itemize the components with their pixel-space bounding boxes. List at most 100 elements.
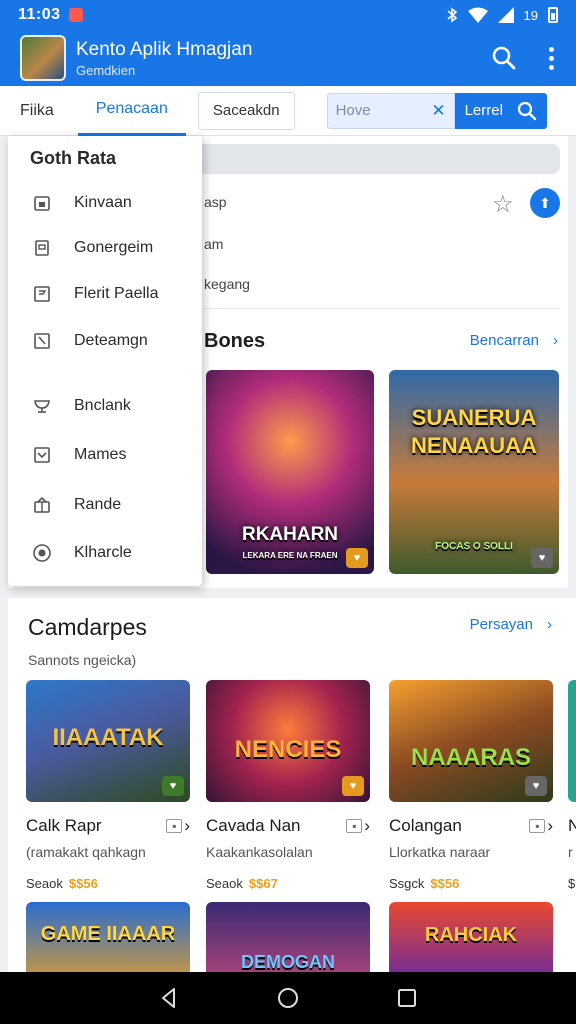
menu-item-label: Rande <box>74 496 122 513</box>
featured-see-all[interactable]: Bencarran › <box>470 332 558 349</box>
game-price-label: Ssgck <box>389 876 425 891</box>
trophy-icon <box>32 396 52 416</box>
peek-text-3: kegang <box>204 276 250 292</box>
menu-item[interactable]: Deteamgn <box>8 321 202 361</box>
games-see-all-label: Persayan <box>469 616 533 633</box>
game-art-title: RAHCIAK <box>424 924 518 946</box>
search-button-icon <box>517 101 536 120</box>
tab-bar: Fiika Penacaan Saceakdn Hove ✕ Lerrel <box>0 86 576 136</box>
game-name: N <box>568 816 576 835</box>
search-group: Hove ✕ Lerrel <box>326 92 547 129</box>
status-time: 11:03 <box>18 6 61 23</box>
game-art-title: NAAARAS <box>411 744 531 771</box>
menu-item[interactable]: Flerit Paella <box>8 274 202 314</box>
featured-tile-1[interactable]: RKAHARN LEKARA ERE NA FRAEN ♥ <box>206 370 374 574</box>
games-section: Camdarpes Persayan › Sannots ngeicka) II… <box>8 598 576 972</box>
upload-icon[interactable]: ⬆ <box>530 188 560 218</box>
game-developer: r <box>568 844 573 860</box>
flag-icon <box>32 284 52 304</box>
menu-item[interactable]: Kinvaan <box>8 183 202 223</box>
preview-icon[interactable]: ▪ <box>529 819 546 833</box>
menu-item-label: Kinvaan <box>74 194 132 211</box>
tab-first[interactable]: Fiika <box>20 86 54 136</box>
check-box-icon <box>32 445 52 465</box>
app-bar: Kento Aplik Hmagjan Gemdkien <box>0 30 576 86</box>
tab-boxed[interactable]: Saceakdn <box>197 91 295 130</box>
more-menu-icon[interactable] <box>541 43 562 74</box>
back-icon[interactable] <box>158 987 180 1009</box>
app-logo <box>20 35 66 81</box>
menu-item[interactable]: Gonergeim <box>8 228 202 268</box>
status-icons: 19 <box>446 7 558 23</box>
app-titles: Kento Aplik Hmagjan Gemdkien <box>76 39 252 78</box>
app-subtitle: Gemdkien <box>76 62 136 78</box>
game-card-row2[interactable]: RAHCIAK <box>389 902 553 972</box>
search-button-label: Lerrel <box>464 102 503 119</box>
tab-active[interactable]: Penacaan <box>77 86 186 136</box>
peek-text-2: am <box>204 236 224 252</box>
menu-item[interactable]: Mames <box>8 435 202 475</box>
game-price-row: Seaok $$56 <box>26 876 190 891</box>
record-icon <box>32 543 52 563</box>
featured-tile-1-title: RKAHARN <box>241 524 339 545</box>
game-price-row: Seaok $$67 <box>206 876 370 891</box>
menu-item[interactable]: Klharcle <box>8 533 202 573</box>
document-icon <box>32 238 52 258</box>
edit-icon <box>32 331 52 351</box>
chevron-right-icon: › <box>553 332 558 349</box>
featured-tile-2[interactable]: SUANERUA NENAAUAA FOCAS O SOLLI ♥ <box>389 370 559 574</box>
game-card-row2[interactable]: DEMOGAN <box>206 902 370 972</box>
menu-item-label: Deteamgn <box>74 332 148 349</box>
app-actions <box>491 43 562 74</box>
game-card[interactable]: NAAARAS ♥ Colangan ▪ › Llorkatka naraar Ss… <box>389 680 553 891</box>
search-icon[interactable] <box>491 45 517 71</box>
search-placeholder: Hove <box>335 102 371 119</box>
game-developer: Kaakankasolalan <box>206 844 313 860</box>
favorite-badge-icon: ♥ <box>342 776 364 796</box>
menu-item-label: Mames <box>74 446 127 463</box>
game-price: $$67 <box>248 876 278 891</box>
game-name: Calk Rapr <box>26 816 102 835</box>
bluetooth-icon <box>447 7 457 23</box>
menu-item-label: Bnclank <box>74 397 131 414</box>
game-card-row2[interactable]: GAME IIAAAR <box>26 902 190 972</box>
games-title: Camdarpes <box>28 614 147 640</box>
status-bar: 11:03 19 <box>0 0 576 30</box>
menu-item[interactable]: Bnclank <box>8 386 202 426</box>
menu-item-label: Gonergeim <box>74 239 154 256</box>
chevron-right-icon: › <box>547 816 553 835</box>
menu-item-label: Klharcle <box>74 544 132 561</box>
game-art <box>568 680 576 802</box>
home-icon[interactable] <box>276 986 300 1010</box>
recents-icon[interactable] <box>396 987 418 1009</box>
games-see-all[interactable]: Persayan › <box>470 616 552 633</box>
notification-icon <box>68 8 83 22</box>
game-card[interactable]: NENCIES ♥ Cavada Nan ▪ › Kaakankasolalan S… <box>206 680 370 891</box>
wifi-icon <box>467 7 488 23</box>
clear-icon[interactable]: ✕ <box>431 101 445 121</box>
game-art: IIAAATAK ♥ <box>26 680 190 802</box>
favorite-badge-icon: ♥ <box>525 776 547 796</box>
game-art: NENCIES ♥ <box>206 680 370 802</box>
star-icon[interactable]: ☆ <box>492 190 514 219</box>
gift-icon <box>32 495 52 515</box>
divider <box>204 308 560 309</box>
game-price: $$56 <box>68 876 98 891</box>
app-title: Kento Aplik Hmagjan <box>76 38 253 60</box>
game-name: Cavada Nan <box>206 816 301 835</box>
menu-item-label: Flerit Paella <box>74 285 159 302</box>
game-card[interactable]: N r $ <box>568 680 576 891</box>
search-button[interactable]: Lerrel <box>454 92 547 129</box>
preview-icon[interactable]: ▪ <box>166 819 183 833</box>
preview-icon[interactable]: ▪ <box>346 819 363 833</box>
search-input[interactable]: Hove ✕ <box>326 92 455 129</box>
battery-icon <box>548 7 558 23</box>
favorite-badge-icon: ♥ <box>162 776 184 796</box>
game-card[interactable]: IIAAATAK ♥ Calk Rapr ▪ › (ramakakt qahkagn… <box>26 680 190 891</box>
menu-item[interactable]: Rande <box>8 485 202 525</box>
system-nav-bar <box>0 972 576 1024</box>
game-art-title: IIAAATAK <box>52 724 164 751</box>
favorite-badge-icon: ♥ <box>531 548 553 568</box>
menu-title: Goth Rata <box>30 148 117 168</box>
games-subtitle: Sannots ngeicka) <box>28 652 137 668</box>
